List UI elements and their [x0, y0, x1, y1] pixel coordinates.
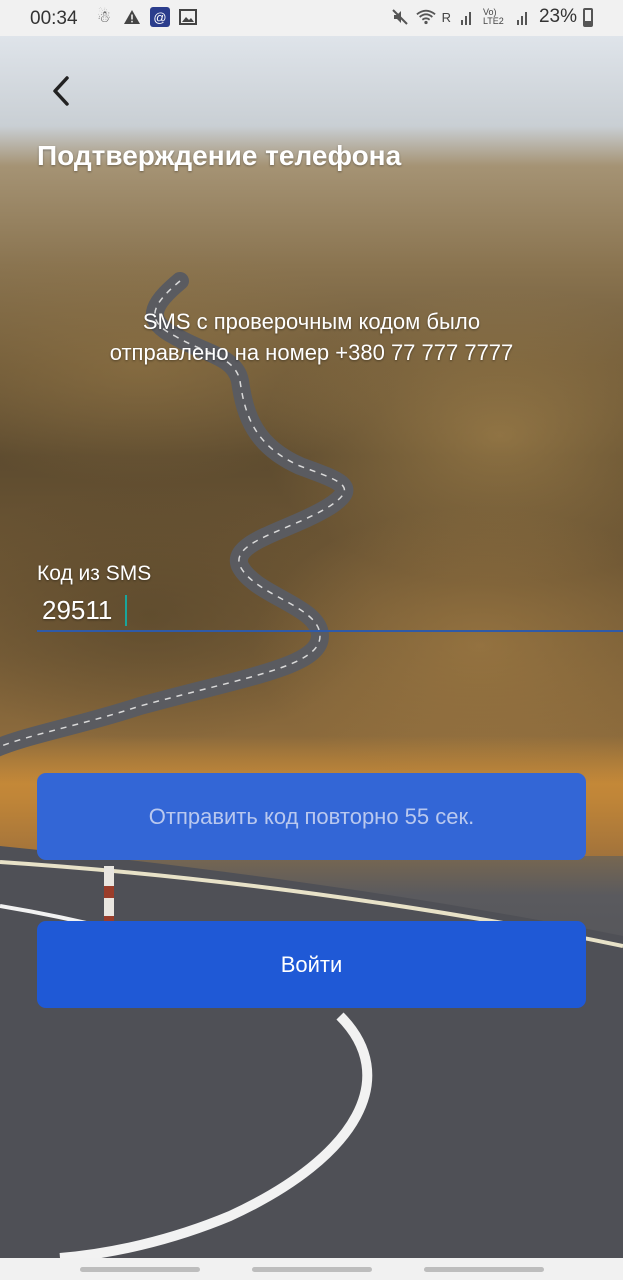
tracking-icon: ☃ — [96, 9, 112, 26]
sms-code-label: Код из SMS — [37, 562, 152, 585]
mute-icon — [390, 7, 410, 27]
status-time: 00:34 — [30, 8, 78, 29]
sms-message-line-1: SMS с проверочным кодом было — [142, 309, 481, 334]
page-title: Подтверждение телефона — [37, 140, 402, 171]
image-icon — [178, 7, 198, 27]
chevron-left-icon — [53, 76, 69, 106]
navigation-bar — [0, 1258, 623, 1280]
signal-icon — [457, 7, 477, 27]
status-bar: 00:34 ☃ @ R Vo) LTE2 23% — [0, 0, 623, 36]
nav-back-button[interactable] — [424, 1267, 544, 1272]
nav-home-button[interactable] — [252, 1267, 372, 1272]
background-landscape-image — [0, 36, 623, 1258]
battery-icon — [583, 7, 593, 27]
signal-icon-2 — [513, 7, 533, 27]
background-road — [0, 272, 623, 1258]
network-label-r: R — [441, 9, 451, 25]
sms-sent-message: SMS с проверочным кодом было отправлено … — [40, 306, 583, 368]
login-button[interactable]: Войти — [37, 921, 586, 1008]
status-notification-icons: ☃ @ — [94, 7, 198, 27]
nav-recent-button[interactable] — [80, 1267, 200, 1272]
sms-message-line-2: отправлено на номер +380 77 777 7777 — [109, 340, 514, 365]
back-button[interactable] — [42, 72, 80, 110]
resend-code-button[interactable]: Отправить код повторно 55 сек. — [37, 773, 586, 860]
text-cursor — [125, 595, 127, 626]
wifi-icon — [415, 7, 436, 27]
battery-percentage: 23% — [538, 6, 577, 27]
status-system-icons: R Vo) LTE2 23% — [390, 6, 593, 28]
warning-icon — [122, 7, 142, 27]
app-notification-icon: @ — [150, 7, 170, 27]
network-label-volte: Vo) LTE2 — [482, 7, 504, 26]
